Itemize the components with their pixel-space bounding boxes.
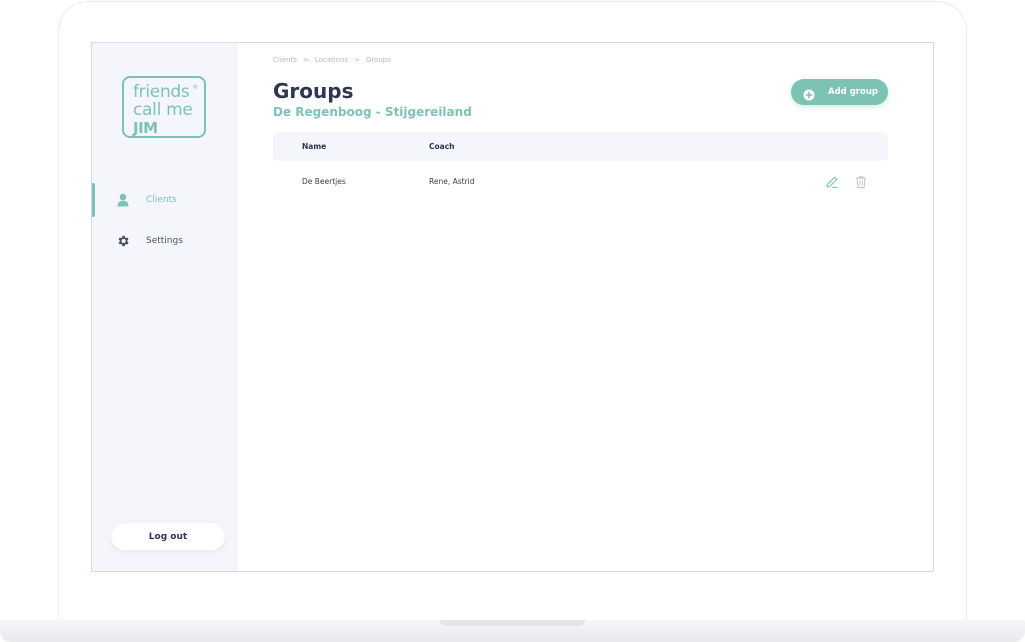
table-header: Name Coach bbox=[273, 132, 888, 161]
add-group-button[interactable]: Add group bbox=[791, 79, 888, 105]
pencil-icon[interactable] bbox=[825, 174, 839, 188]
logo-text-line3: JIM bbox=[133, 119, 158, 137]
breadcrumb-item-groups: Groups bbox=[365, 56, 391, 64]
gear-icon bbox=[115, 233, 131, 249]
cell-coach: Rene, Astrid bbox=[429, 177, 475, 186]
sidebar-item-label: Settings bbox=[146, 236, 183, 246]
app-screen: friends ® call me JIM Clients Settings L… bbox=[91, 42, 934, 572]
page-subtitle: De Regenboog - Stijgereiland bbox=[273, 105, 472, 119]
column-header-coach[interactable]: Coach bbox=[429, 142, 455, 151]
sidebar-item-label: Clients bbox=[146, 195, 177, 205]
add-group-label: Add group bbox=[828, 87, 878, 97]
breadcrumb-item-locations[interactable]: Locations bbox=[315, 56, 348, 64]
brand-logo[interactable]: friends ® call me JIM bbox=[122, 76, 206, 138]
laptop-base bbox=[0, 620, 1025, 642]
logo-text-line1: friends bbox=[133, 82, 190, 102]
logo-registered-mark: ® bbox=[192, 84, 198, 91]
laptop-notch bbox=[440, 620, 585, 626]
breadcrumb-separator: > bbox=[354, 56, 360, 64]
table-row[interactable]: De Beertjes Rene, Astrid bbox=[273, 167, 888, 197]
main-content: Clients > Locations > Groups Groups De R… bbox=[238, 43, 933, 571]
user-icon bbox=[115, 192, 131, 208]
trash-icon[interactable] bbox=[854, 174, 868, 189]
logo-text-line2: call me bbox=[133, 100, 193, 120]
breadcrumb-separator: > bbox=[302, 56, 309, 64]
active-indicator bbox=[92, 183, 95, 217]
sidebar-item-settings[interactable]: Settings bbox=[92, 224, 238, 258]
sidebar: friends ® call me JIM Clients Settings L… bbox=[92, 43, 238, 571]
page-title: Groups bbox=[273, 79, 354, 103]
plus-circle-icon bbox=[803, 86, 815, 101]
breadcrumb-item-clients[interactable]: Clients bbox=[273, 56, 297, 64]
logout-button[interactable]: Log out bbox=[111, 523, 225, 550]
breadcrumb: Clients > Locations > Groups bbox=[273, 56, 391, 64]
column-header-name[interactable]: Name bbox=[302, 142, 326, 151]
cell-group-name: De Beertjes bbox=[302, 177, 346, 186]
sidebar-item-clients[interactable]: Clients bbox=[92, 183, 238, 217]
